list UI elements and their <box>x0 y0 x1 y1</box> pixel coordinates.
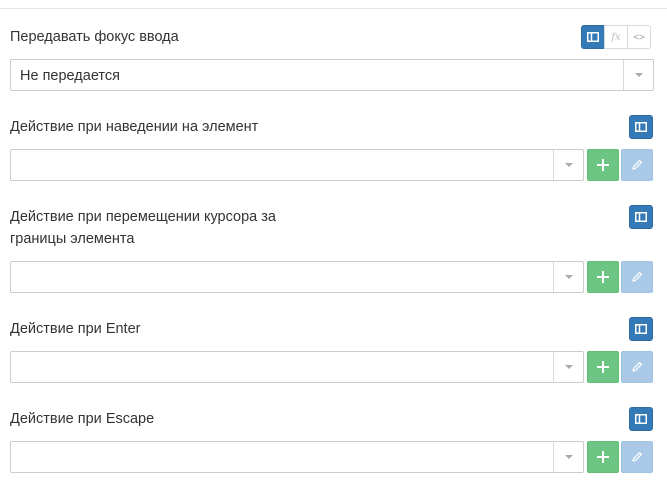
mouse-leave-action-select[interactable] <box>10 261 584 293</box>
chevron-down-icon <box>564 275 573 279</box>
enter-action-label: Действие при Enter <box>10 321 141 337</box>
enter-action-select[interactable] <box>10 351 584 383</box>
mouse-leave-action-label: Действие при перемещении курсора за гран… <box>10 206 310 250</box>
value-mode-icon <box>635 324 647 334</box>
value-mode-button[interactable] <box>581 25 605 49</box>
enter-action-mode-switch <box>629 317 653 341</box>
top-divider <box>0 8 667 9</box>
mouse-leave-action-mode-switch <box>629 205 653 229</box>
value-mode-icon <box>635 122 647 132</box>
formula-mode-button[interactable]: fx <box>604 25 628 49</box>
value-mode-button[interactable] <box>629 407 653 431</box>
chevron-down-icon <box>564 365 573 369</box>
mouse-leave-label-line2: границы элемента <box>10 231 135 247</box>
dropdown-toggle[interactable] <box>553 150 583 180</box>
focus-transfer-label: Передавать фокус ввода <box>10 29 179 45</box>
value-mode-button[interactable] <box>629 115 653 139</box>
value-mode-icon <box>635 414 647 424</box>
edit-action-button[interactable] <box>621 441 653 473</box>
plus-icon <box>597 361 609 373</box>
mouse-leave-label-line1: Действие при перемещении курсора за <box>10 209 276 225</box>
focus-transfer-value: Не передается <box>20 68 120 84</box>
edit-action-button[interactable] <box>621 261 653 293</box>
escape-action-select[interactable] <box>10 441 584 473</box>
code-icon: <> <box>632 31 646 43</box>
dropdown-toggle[interactable] <box>553 262 583 292</box>
formula-icon: fx <box>611 31 621 43</box>
pencil-icon <box>632 272 642 282</box>
add-action-button[interactable] <box>587 441 619 473</box>
plus-icon <box>597 451 609 463</box>
edit-action-button[interactable] <box>621 149 653 181</box>
dropdown-toggle[interactable] <box>553 442 583 472</box>
pencil-icon <box>632 452 642 462</box>
focus-transfer-select[interactable]: Не передается <box>10 59 654 91</box>
dropdown-toggle[interactable] <box>553 352 583 382</box>
hover-action-select[interactable] <box>10 149 584 181</box>
chevron-down-icon <box>564 163 573 167</box>
dropdown-toggle[interactable] <box>623 60 653 90</box>
focus-transfer-mode-switch: fx <> <box>581 25 651 49</box>
escape-action-mode-switch <box>629 407 653 431</box>
plus-icon <box>597 271 609 283</box>
add-action-button[interactable] <box>587 261 619 293</box>
add-action-button[interactable] <box>587 351 619 383</box>
value-mode-button[interactable] <box>629 205 653 229</box>
value-mode-button[interactable] <box>629 317 653 341</box>
value-mode-icon <box>587 32 599 42</box>
pencil-icon <box>632 362 642 372</box>
hover-action-label: Действие при наведении на элемент <box>10 119 259 135</box>
code-mode-button[interactable]: <> <box>627 25 651 49</box>
chevron-down-icon <box>634 73 643 77</box>
pencil-icon <box>632 160 642 170</box>
add-action-button[interactable] <box>587 149 619 181</box>
value-mode-icon <box>635 212 647 222</box>
plus-icon <box>597 159 609 171</box>
edit-action-button[interactable] <box>621 351 653 383</box>
hover-action-mode-switch <box>629 115 653 139</box>
chevron-down-icon <box>564 455 573 459</box>
escape-action-label: Действие при Escape <box>10 411 155 427</box>
